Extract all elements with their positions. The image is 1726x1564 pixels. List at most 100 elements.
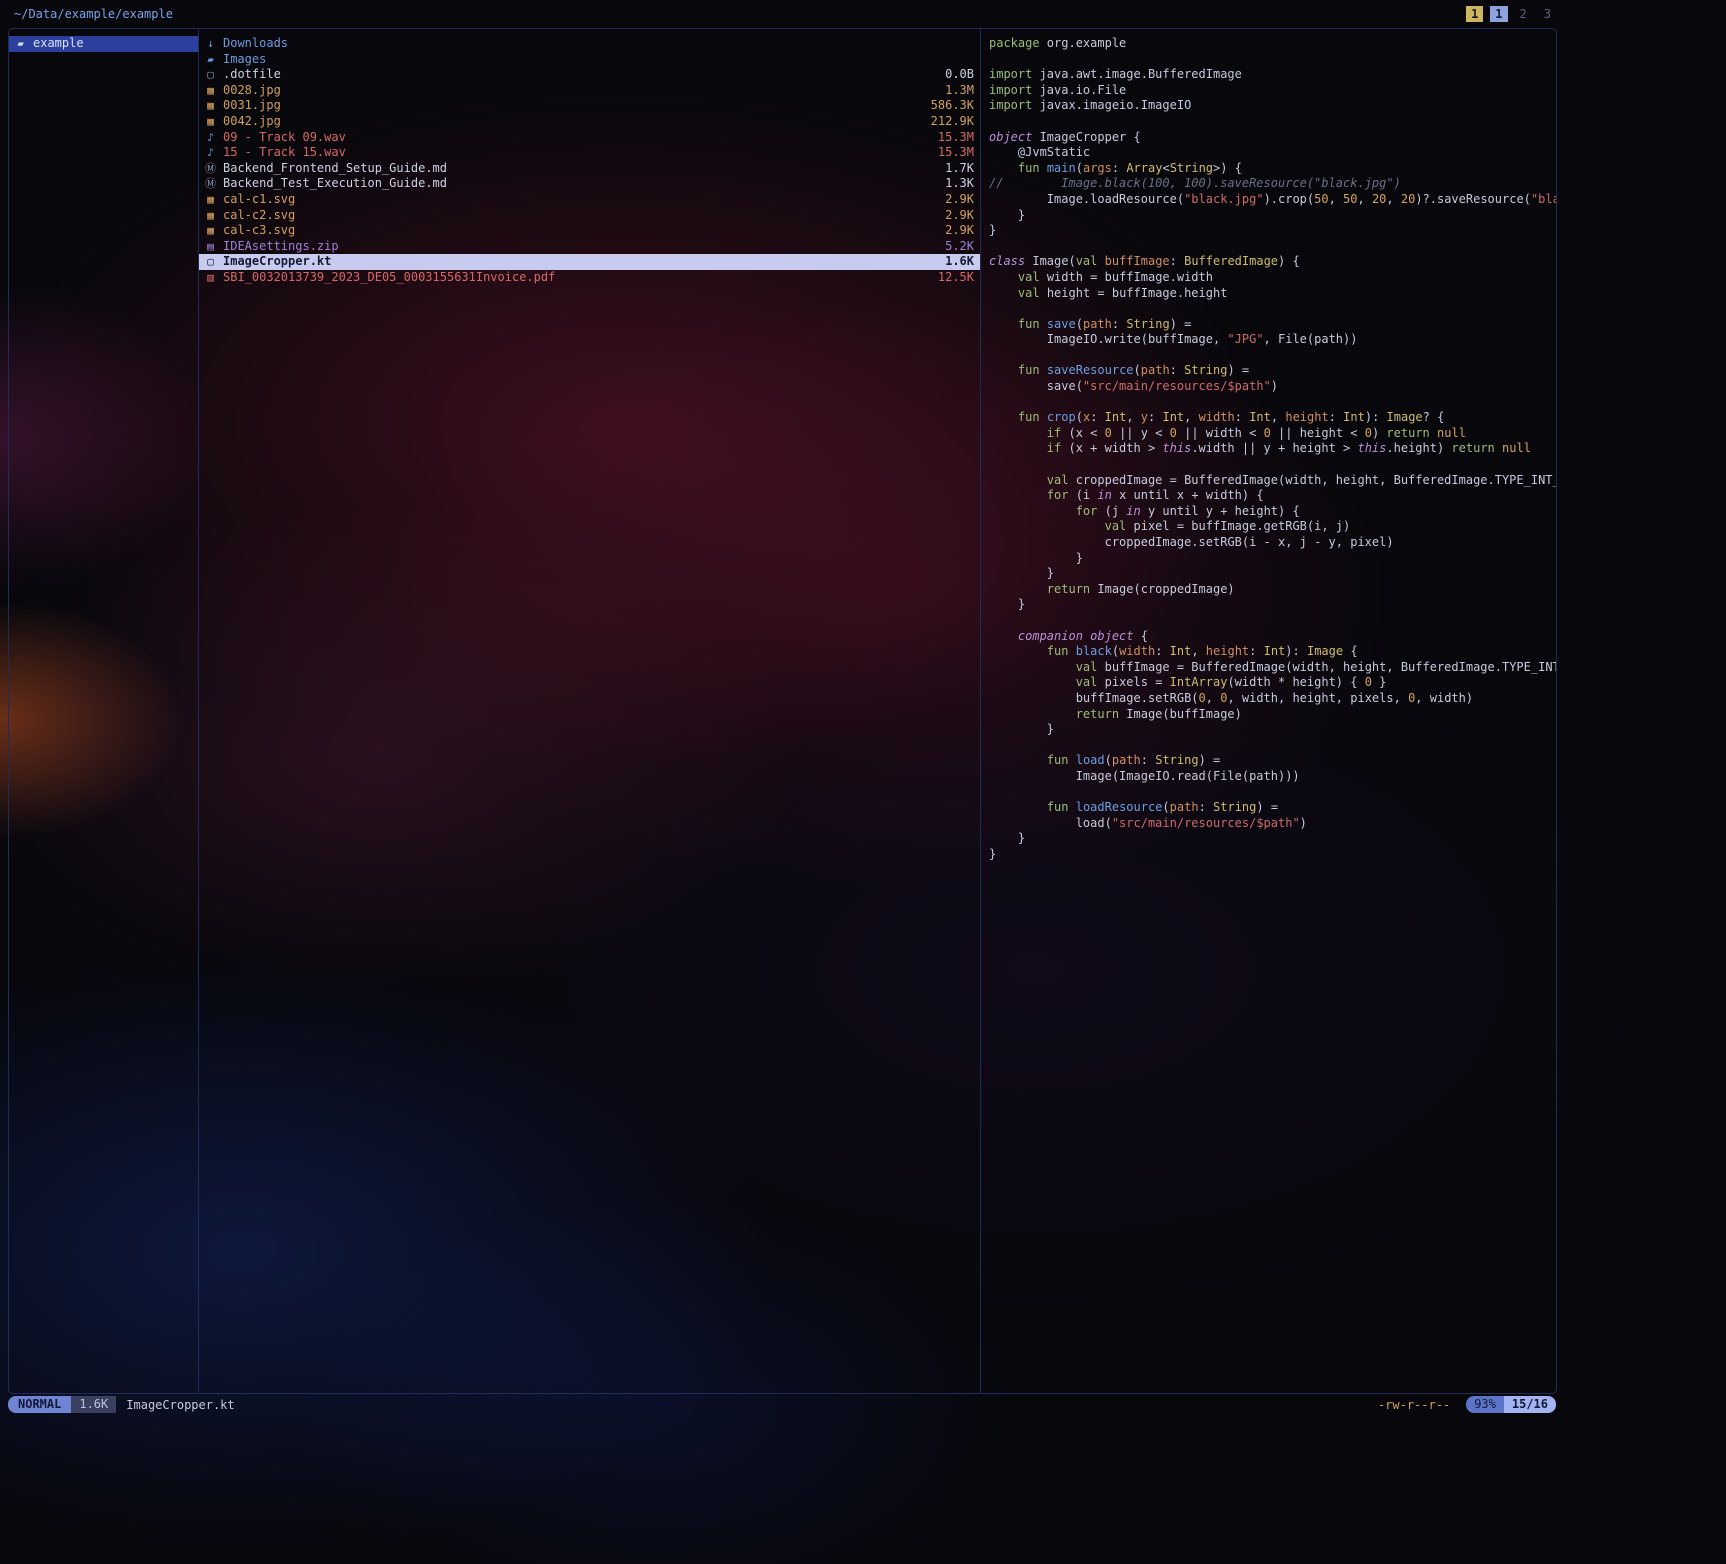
file-name: SBI_0032013739_2023_DE05_0003155631Invoi… [223,270,938,286]
breadcrumb[interactable]: ~/Data/example/example [14,7,173,21]
file-size: 212.9K [931,114,980,130]
image-icon: ▦ [203,114,218,130]
code-line: } [989,566,1556,582]
code-line: load("src/main/resources/$path") [989,816,1556,832]
code-line: @JvmStatic [989,145,1556,161]
file-name: cal-c1.svg [223,192,945,208]
code-line: } [989,208,1556,224]
file-name: Backend_Frontend_Setup_Guide.md [223,161,945,177]
code-line: import java.io.File [989,83,1556,99]
tab-bar: 1123 [1466,6,1556,22]
file-row[interactable]: Ⓜ Backend_Frontend_Setup_Guide.md1.7K [199,161,980,177]
file-name: Images [223,52,974,68]
file-name: cal-c3.svg [223,223,945,239]
code-line: val pixels = IntArray(width * height) { … [989,675,1556,691]
tab-3[interactable]: 2 [1515,6,1532,22]
code-line: fun saveResource(path: String) = [989,363,1556,379]
markdown-icon: Ⓜ [203,176,218,192]
code-line [989,395,1556,411]
code-line [989,52,1556,68]
code-line: return Image(buffImage) [989,707,1556,723]
file-row[interactable]: ↓Downloads [199,36,980,52]
file-row[interactable]: ▦0028.jpg1.3M [199,83,980,99]
file-size: 5.2K [945,239,980,255]
file-row[interactable]: ▢ImageCropper.kt1.6K [199,254,980,270]
code-line: } [989,223,1556,239]
scroll-percent-badge: 93% [1466,1396,1504,1413]
main-frame: ▰example ↓Downloads▰Images▢.dotfile0.0B▦… [8,28,1557,1394]
code-line [989,613,1556,629]
file-name: 0031.jpg [223,98,931,114]
file-size-badge: 1.6K [71,1396,116,1413]
file-size: 15.3M [938,130,980,146]
mode-badge: NORMAL [8,1396,71,1413]
image-icon: ▦ [203,83,218,99]
status-right: -rw-r--r-- 93% 15/16 [1378,1396,1556,1413]
code-line [989,785,1556,801]
code-line: fun crop(x: Int, y: Int, width: Int, hei… [989,410,1556,426]
code-line: for (j in y until y + height) { [989,504,1556,520]
tab-4[interactable]: 3 [1539,6,1556,22]
code-line: val pixel = buffImage.getRGB(i, j) [989,519,1556,535]
status-left: NORMAL 1.6K ImageCropper.kt [8,1396,235,1413]
tab-1[interactable]: 1 [1466,6,1483,22]
code-line: companion object { [989,629,1556,645]
image-icon: ▦ [203,192,218,208]
file-row[interactable]: ▦0031.jpg586.3K [199,98,980,114]
code-line: val width = buffImage.width [989,270,1556,286]
code-line: fun main(args: Array<String>) { [989,161,1556,177]
file-row[interactable]: ▦cal-c2.svg2.9K [199,208,980,224]
file-row[interactable]: ▤IDEAsettings.zip5.2K [199,239,980,255]
code-icon: ▢ [203,254,218,270]
code-line: } [989,722,1556,738]
file-name: Downloads [223,36,974,52]
file-name: ImageCropper.kt [223,254,945,270]
code-line: class Image(val buffImage: BufferedImage… [989,254,1556,270]
file-row[interactable]: ♪ 09 - Track 09.wav15.3M [199,130,980,146]
code-line: import javax.imageio.ImageIO [989,98,1556,114]
file-manager-window: ~/Data/example/example 1123 ▰example ↓Do… [0,0,1726,1564]
file-row[interactable]: ▥ SBI_0032013739_2023_DE05_0003155631Invo… [199,270,980,286]
parent-item[interactable]: ▰example [9,36,198,52]
file-size: 2.9K [945,192,980,208]
cursor-position-badge: 15/16 [1504,1396,1556,1413]
audio-icon: ♪ [203,130,218,146]
topbar: ~/Data/example/example [14,6,173,22]
code-line [989,114,1556,130]
file-size: 2.9K [945,208,980,224]
file-row[interactable]: ▢.dotfile0.0B [199,67,980,83]
code-line: val height = buffImage.height [989,286,1556,302]
file-row[interactable]: ▦0042.jpg212.9K [199,114,980,130]
file-icon: ▢ [203,67,218,83]
file-size: 0.0B [945,67,980,83]
file-list: ↓Downloads▰Images▢.dotfile0.0B▦0028.jpg1… [199,29,981,1393]
status-bar: NORMAL 1.6K ImageCropper.kt -rw-r--r-- 9… [8,1396,1556,1413]
code-line: } [989,597,1556,613]
code-line: fun black(width: Int, height: Int): Imag… [989,644,1556,660]
code-line: if (x < 0 || y < 0 || width < 0 || heigh… [989,426,1556,442]
file-row[interactable]: ⓂBackend_Test_Execution_Guide.md1.3K [199,176,980,192]
file-name: cal-c2.svg [223,208,945,224]
markdown-icon: Ⓜ [203,161,218,177]
code-line: fun save(path: String) = [989,317,1556,333]
code-line: } [989,847,1556,863]
pdf-icon: ▥ [203,270,218,286]
code-line: } [989,831,1556,847]
code-line: for (i in x until x + width) { [989,488,1556,504]
code-line: if (x + width > this.width || y + height… [989,441,1556,457]
image-icon: ▦ [203,98,218,114]
tab-2[interactable]: 1 [1490,6,1507,22]
file-row[interactable]: ▦cal-c3.svg2.9K [199,223,980,239]
file-row[interactable]: ♪15 - Track 15.wav15.3M [199,145,980,161]
image-icon: ▦ [203,223,218,239]
file-row[interactable]: ▦ cal-c1.svg2.9K [199,192,980,208]
code-line: import java.awt.image.BufferedImage [989,67,1556,83]
file-size: 1.7K [945,161,980,177]
code-line: return Image(croppedImage) [989,582,1556,598]
code-line: val croppedImage = BufferedImage(width, … [989,473,1556,489]
code-line: Image(ImageIO.read(File(path))) [989,769,1556,785]
audio-icon: ♪ [203,145,218,161]
file-name: 09 - Track 09.wav [223,130,938,146]
code-line: croppedImage.setRGB(i - x, j - y, pixel) [989,535,1556,551]
file-row[interactable]: ▰Images [199,52,980,68]
